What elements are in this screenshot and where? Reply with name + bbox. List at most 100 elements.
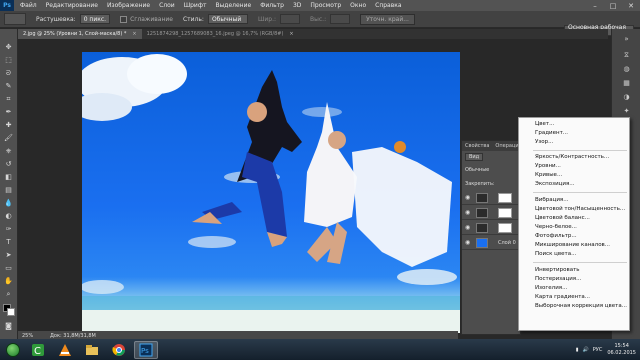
hand-tool-icon[interactable]: ✋ xyxy=(3,277,14,286)
menu-item-pattern[interactable]: Узор... xyxy=(535,139,553,145)
layer-filter-select[interactable]: Вид xyxy=(465,153,484,161)
menu-image[interactable]: Изображение xyxy=(107,2,150,9)
feather-input[interactable]: 0 пикс. xyxy=(79,14,111,24)
menu-item-curves[interactable]: Кривые... xyxy=(535,172,562,178)
menu-item-color-lookup[interactable]: Поиск цвета... xyxy=(535,251,576,257)
layer-mask-thumbnail[interactable] xyxy=(498,193,512,203)
feather-label: Растушевка: xyxy=(36,15,76,23)
menu-item-channel-mixer[interactable]: Микширование каналов... xyxy=(535,242,610,248)
close-button[interactable]: ✕ xyxy=(622,0,640,11)
style-select[interactable]: Обычный xyxy=(207,14,248,24)
clone-stamp-tool-icon[interactable]: ⎈ xyxy=(3,147,14,156)
menu-item-selective-color[interactable]: Выборочная коррекция цвета... xyxy=(535,303,627,309)
menu-item-solid-color[interactable]: Цвет... xyxy=(535,121,554,127)
tab-document-1[interactable]: 2.jpg @ 25% (Уровни 1, Слой-маска/8) * × xyxy=(18,29,142,39)
menu-select[interactable]: Выделение xyxy=(215,2,251,9)
dodge-tool-icon[interactable]: ◐ xyxy=(3,212,14,221)
menu-item-gradient-map[interactable]: Карта градиента... xyxy=(535,294,590,300)
menu-item-levels[interactable]: Уровни... xyxy=(535,163,561,169)
menu-window[interactable]: Окно xyxy=(350,2,366,9)
layer-row[interactable]: ◉ xyxy=(462,206,520,220)
eye-icon[interactable]: ◉ xyxy=(465,209,471,216)
quick-mask-icon[interactable]: ◙ xyxy=(3,322,14,331)
move-tool-icon[interactable]: ✥ xyxy=(3,43,14,52)
close-icon[interactable]: × xyxy=(289,31,293,37)
menu-item-vibrance[interactable]: Вибрация... xyxy=(535,197,568,203)
shape-tool-icon[interactable]: ▭ xyxy=(3,264,14,273)
eye-icon[interactable]: ◉ xyxy=(465,224,471,231)
eyedropper-tool-icon[interactable]: ✒ xyxy=(3,108,14,117)
marquee-tool-icon[interactable]: ⬚ xyxy=(3,56,14,65)
menu-item-black-white[interactable]: Черно-белое... xyxy=(535,224,577,230)
menu-item-threshold[interactable]: Изогелия... xyxy=(535,285,567,291)
history-brush-tool-icon[interactable]: ↺ xyxy=(3,160,14,169)
path-select-tool-icon[interactable]: ➤ xyxy=(3,251,14,260)
language-indicator[interactable]: РУС xyxy=(593,347,603,353)
start-button[interactable] xyxy=(0,339,26,360)
menu-view[interactable]: Просмотр xyxy=(310,2,341,9)
menu-edit[interactable]: Редактирование xyxy=(46,2,98,9)
blur-tool-icon[interactable]: 💧 xyxy=(3,199,14,208)
blend-mode-select[interactable]: Обычные xyxy=(465,167,489,173)
color-icon[interactable]: ◍ xyxy=(621,65,632,74)
close-icon[interactable]: × xyxy=(132,31,136,37)
taskbar-app-camtasia[interactable]: C xyxy=(26,341,50,359)
clock[interactable]: 15:54 06.02.2015 xyxy=(607,343,636,357)
menu-item-exposure[interactable]: Экспозиция... xyxy=(535,181,575,187)
brush-tool-icon[interactable]: 🖌 xyxy=(3,134,14,143)
menu-file[interactable]: Файл xyxy=(20,2,37,9)
height-input[interactable] xyxy=(330,14,351,24)
minimize-button[interactable]: – xyxy=(586,0,604,11)
taskbar-app-photoshop[interactable]: Ps xyxy=(134,340,158,359)
layer-row[interactable]: ◉ xyxy=(462,221,520,235)
refine-edge-button[interactable]: Уточн. край... xyxy=(360,13,415,25)
menu-item-posterize[interactable]: Постеризация... xyxy=(535,276,581,282)
pen-tool-icon[interactable]: ✑ xyxy=(3,225,14,234)
menu-layers[interactable]: Слои xyxy=(159,2,175,9)
layer-row[interactable]: ◉ xyxy=(462,191,520,205)
layer-row[interactable]: ◉ Слой 0 xyxy=(462,236,520,250)
document-image[interactable] xyxy=(82,52,460,333)
healing-brush-tool-icon[interactable]: ✚ xyxy=(3,121,14,130)
menu-item-gradient[interactable]: Градиент... xyxy=(535,130,568,136)
menu-item-color-balance[interactable]: Цветовой баланс... xyxy=(535,215,590,221)
layer-mask-thumbnail[interactable] xyxy=(498,223,512,233)
network-icon[interactable]: ▮ xyxy=(576,347,579,353)
marquee-preset-icon[interactable] xyxy=(4,13,26,25)
maximize-button[interactable]: □ xyxy=(604,0,622,11)
menu-3d[interactable]: 3D xyxy=(293,2,301,9)
type-tool-icon[interactable]: T xyxy=(3,238,14,247)
volume-icon[interactable]: 🔊 xyxy=(583,347,589,353)
history-icon[interactable]: ⧖ xyxy=(621,51,632,60)
taskbar-app-chrome[interactable] xyxy=(107,341,131,359)
gradient-tool-icon[interactable]: ▤ xyxy=(3,186,14,195)
menu-type[interactable]: Шрифт xyxy=(184,2,207,9)
chrome-icon xyxy=(112,343,125,356)
menu-help[interactable]: Справка xyxy=(375,2,401,9)
eraser-tool-icon[interactable]: ◧ xyxy=(3,173,14,182)
eye-icon[interactable]: ◉ xyxy=(465,239,471,246)
zoom-tool-icon[interactable]: ⌕ xyxy=(3,290,14,299)
menu-item-invert[interactable]: Инвертировать xyxy=(535,267,580,273)
antialias-checkbox[interactable]: Сглаживание xyxy=(120,15,173,23)
background-color-swatch[interactable] xyxy=(7,308,15,316)
menu-item-hue-saturation[interactable]: Цветовой тон/Насыщенность... xyxy=(535,206,625,212)
eye-icon[interactable]: ◉ xyxy=(465,194,471,201)
crop-tool-icon[interactable]: ⌗ xyxy=(3,95,14,104)
lasso-tool-icon[interactable]: ᘐ xyxy=(3,69,14,78)
taskbar-app-explorer[interactable] xyxy=(80,341,104,359)
adjustments-icon[interactable]: ◑ xyxy=(621,93,632,102)
menu-item-photo-filter[interactable]: Фотофильтр... xyxy=(535,233,577,239)
layer-mask-thumbnail[interactable] xyxy=(498,208,512,218)
styles-icon[interactable]: ✦ xyxy=(621,107,632,116)
width-input[interactable] xyxy=(280,14,301,24)
quick-select-tool-icon[interactable]: ✎ xyxy=(3,82,14,91)
zoom-level[interactable]: 25% xyxy=(22,333,40,339)
taskbar-app-vlc[interactable] xyxy=(53,341,77,359)
tab-document-2[interactable]: 1251874298_1257689083_16.jpeg @ 16,7% (R… xyxy=(142,29,299,39)
collapse-panels-icon[interactable]: » xyxy=(621,35,632,44)
swatches-icon[interactable]: ▦ xyxy=(621,79,632,88)
menu-filter[interactable]: Фильтр xyxy=(260,2,284,9)
menu-item-brightness-contrast[interactable]: Яркость/Контрастность... xyxy=(535,154,609,160)
tab-properties[interactable]: Свойства xyxy=(462,143,492,149)
